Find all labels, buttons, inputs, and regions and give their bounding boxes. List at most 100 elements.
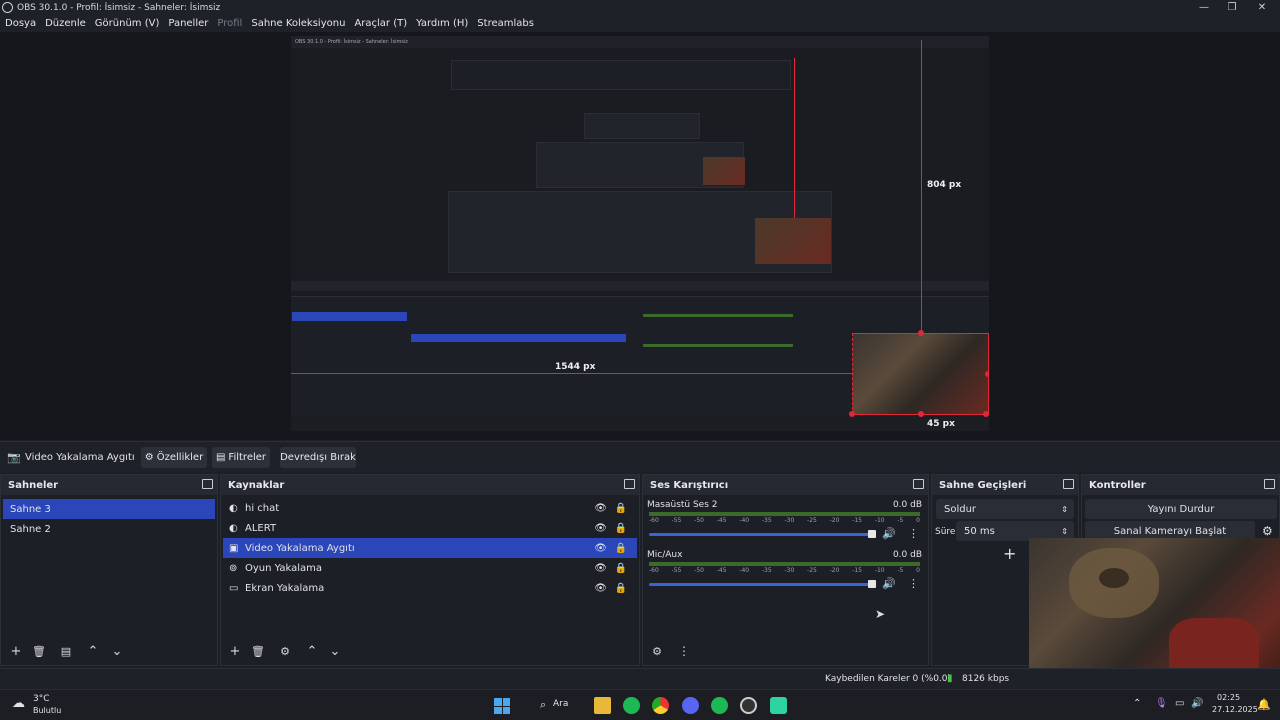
- plush-toy-eye: [1099, 568, 1129, 588]
- menu-view[interactable]: Görünüm (V): [95, 18, 160, 29]
- more-icon[interactable]: ⋮: [908, 577, 919, 590]
- file-explorer-icon[interactable]: [594, 697, 611, 714]
- add-source-button[interactable]: +: [227, 643, 243, 659]
- gear-icon[interactable]: ⚙: [1262, 524, 1273, 538]
- move-down-button[interactable]: ⌄: [109, 643, 125, 659]
- microphone-icon[interactable]: 🎙: [1155, 698, 1168, 709]
- menu-streamlabs[interactable]: Streamlabs: [477, 18, 534, 29]
- source-item[interactable]: ◐ hi chat 👁 🔒: [223, 498, 637, 518]
- weather-icon[interactable]: ☁: [12, 696, 25, 711]
- source-item[interactable]: ▭ Ekran Yakalama 👁 🔒: [223, 578, 637, 598]
- clock-date[interactable]: 27.12.2025: [1212, 705, 1258, 714]
- spotify-icon[interactable]: [623, 697, 640, 714]
- lock-icon[interactable]: 🔒: [615, 563, 627, 574]
- channel-name: Masaüstü Ses 2: [647, 500, 718, 510]
- transition-select[interactable]: Soldur ⇕: [936, 499, 1074, 519]
- clock-time[interactable]: 02:25: [1217, 693, 1240, 702]
- nested-window-5: [584, 113, 700, 139]
- volume-slider-handle[interactable]: [868, 580, 876, 588]
- source-label: ALERT: [245, 522, 277, 534]
- add-transition-button[interactable]: +: [1003, 544, 1016, 563]
- more-icon[interactable]: ⋮: [908, 527, 919, 540]
- chevron-up-icon[interactable]: ⌃: [1133, 698, 1141, 709]
- eye-icon[interactable]: 👁: [594, 563, 607, 574]
- transitions-header: Sahne Geçişleri: [932, 475, 1078, 495]
- filter-icon: ▤: [215, 452, 226, 463]
- channel-level: 0.0 dB: [892, 550, 922, 560]
- obs-logo-icon: [2, 2, 13, 13]
- menu-edit[interactable]: Düzenle: [45, 18, 86, 29]
- undock-icon[interactable]: [202, 479, 213, 489]
- obs-taskbar-icon[interactable]: [740, 697, 757, 714]
- move-up-button[interactable]: ⌃: [304, 643, 320, 659]
- resize-handle-bottom[interactable]: [918, 411, 924, 417]
- source-item[interactable]: ◐ ALERT 👁 🔒: [223, 518, 637, 538]
- undock-icon[interactable]: [913, 479, 924, 489]
- gear-icon[interactable]: ⚙: [277, 643, 293, 659]
- properties-button[interactable]: ⚙ Özellikler: [141, 447, 207, 468]
- undock-icon[interactable]: [1063, 479, 1074, 489]
- scene-item[interactable]: Sahne 3: [3, 499, 215, 519]
- lock-icon[interactable]: 🔒: [615, 503, 627, 514]
- stop-stream-button[interactable]: Yayını Durdur: [1085, 499, 1277, 519]
- speaker-icon[interactable]: 🔊: [882, 527, 896, 540]
- filters-button[interactable]: ▤ Filtreler: [212, 447, 270, 468]
- gear-icon: ⚙: [144, 452, 154, 463]
- lock-icon[interactable]: 🔒: [615, 583, 627, 594]
- move-up-button[interactable]: ⌃: [85, 643, 101, 659]
- network-icon[interactable]: ▭: [1175, 698, 1184, 709]
- volume-icon[interactable]: 🔊: [1191, 698, 1203, 709]
- source-item[interactable]: ⊚ Oyun Yakalama 👁 🔒: [223, 558, 637, 578]
- scale-tick: -45: [716, 567, 727, 574]
- undock-icon[interactable]: [1264, 479, 1275, 489]
- eye-icon[interactable]: 👁: [594, 543, 607, 554]
- scale-tick: -55: [671, 567, 682, 574]
- speaker-icon[interactable]: 🔊: [882, 577, 896, 590]
- undock-icon[interactable]: [624, 479, 635, 489]
- move-down-button[interactable]: ⌄: [327, 643, 343, 659]
- scene-item[interactable]: Sahne 2: [3, 519, 215, 539]
- menu-profile[interactable]: Profil: [217, 18, 242, 29]
- resize-handle-bottom-left[interactable]: [849, 411, 855, 417]
- volume-slider[interactable]: [649, 583, 875, 586]
- menu-help[interactable]: Yardım (H): [416, 18, 468, 29]
- eye-icon[interactable]: 👁: [594, 503, 607, 514]
- lock-icon[interactable]: 🔒: [615, 523, 627, 534]
- close-button[interactable]: ✕: [1246, 0, 1278, 15]
- search-label[interactable]: Ara: [553, 699, 568, 709]
- volume-slider[interactable]: [649, 533, 875, 536]
- camera-icon: ▣: [229, 542, 239, 554]
- advanced-audio-icon[interactable]: ⚙: [649, 643, 665, 659]
- menu-docks[interactable]: Paneller: [168, 18, 208, 29]
- menu-scene-collection[interactable]: Sahne Koleksiyonu: [251, 18, 345, 29]
- notification-icon[interactable]: 🔔: [1257, 698, 1271, 711]
- scale-tick: -5: [897, 517, 904, 524]
- resize-handle-right[interactable]: [985, 371, 989, 377]
- more-icon[interactable]: ⋮: [676, 643, 692, 659]
- eye-icon[interactable]: 👁: [594, 523, 607, 534]
- maximize-button[interactable]: ❐: [1216, 0, 1248, 15]
- resize-handle-bottom-right[interactable]: [983, 411, 989, 417]
- windows-start-icon[interactable]: [494, 698, 510, 714]
- menu-tools[interactable]: Araçlar (T): [354, 18, 407, 29]
- search-icon[interactable]: ⌕: [540, 698, 546, 712]
- add-scene-button[interactable]: +: [8, 643, 24, 659]
- lock-icon[interactable]: 🔒: [615, 543, 627, 554]
- resize-handle-top[interactable]: [918, 330, 924, 336]
- scale-tick: -25: [807, 517, 817, 524]
- volume-slider-handle[interactable]: [868, 530, 876, 538]
- streamlabs-icon[interactable]: [770, 697, 787, 714]
- menu-file[interactable]: Dosya: [5, 18, 36, 29]
- source-item[interactable]: ▣ Video Yakalama Aygıtı 👁 🔒: [223, 538, 637, 558]
- preview-canvas[interactable]: OBS 30.1.0 - Profil: İsimsiz - Sahneler:…: [291, 36, 989, 431]
- trash-icon[interactable]: 🗑: [31, 643, 47, 659]
- trash-icon[interactable]: 🗑: [250, 643, 266, 659]
- eye-icon[interactable]: 👁: [594, 583, 607, 594]
- nested-scene-selected: [292, 312, 407, 321]
- spotify-icon-2[interactable]: [711, 697, 728, 714]
- filter-icon[interactable]: ▤: [58, 643, 74, 659]
- deactivate-button[interactable]: Devredışı Bırak: [280, 447, 356, 468]
- discord-icon[interactable]: [682, 697, 699, 714]
- scale-tick: -60: [649, 567, 659, 574]
- chrome-icon[interactable]: [652, 697, 669, 714]
